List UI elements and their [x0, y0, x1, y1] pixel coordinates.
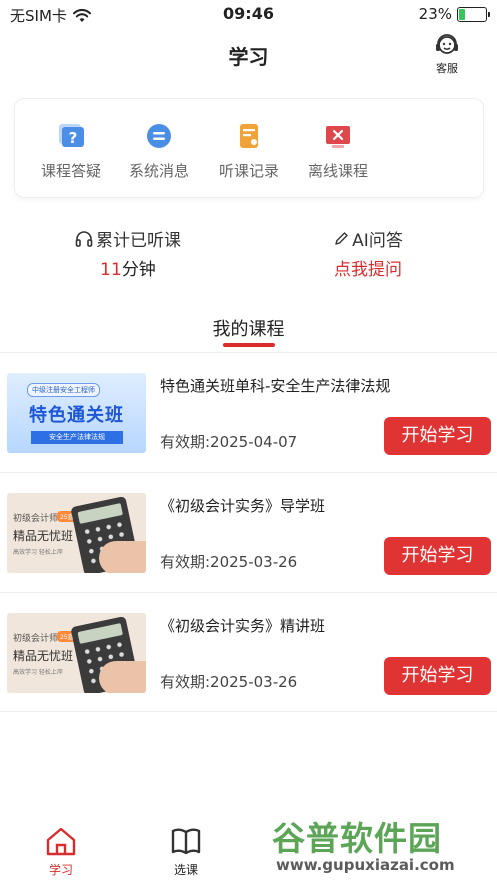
- battery-percent: 23%: [418, 5, 452, 23]
- quick-actions-card: ? 课程答疑 系统消息 听课记录 离线课程: [14, 98, 484, 198]
- thumb-line3: 高效学习 轻松上岸: [13, 669, 63, 676]
- page-title: 学习: [228, 45, 269, 69]
- my-courses-underline: [223, 343, 275, 347]
- course-expiry: 有效期:2025-03-26: [160, 553, 298, 571]
- thumb-line3: 高效学习 轻松上岸: [13, 549, 63, 556]
- course-title[interactable]: 《初级会计实务》精讲班: [160, 615, 490, 636]
- divider: [0, 711, 497, 712]
- record-icon: [234, 121, 264, 151]
- listened-unit: 分钟: [121, 260, 156, 280]
- quick-action-label: 听课记录: [218, 162, 279, 180]
- watermark-text: 谷普软件园: [272, 819, 442, 858]
- tab-select-course[interactable]: 选课: [156, 825, 216, 878]
- thumb-title: 特色通关班: [29, 405, 124, 426]
- watermark-url: www.gupuxiazai.com: [276, 856, 455, 874]
- headphones-icon: [75, 230, 93, 247]
- course-item[interactable]: 中级注册安全工程师 特色通关班 安全生产法律法规 特色通关班单科-安全生产法律法…: [0, 353, 497, 471]
- ask-question-link[interactable]: 点我提问: [268, 255, 468, 280]
- course-title[interactable]: 特色通关班单科-安全生产法律法规: [160, 375, 490, 396]
- home-icon: [46, 827, 76, 856]
- listened-label: 累计已听课: [96, 231, 181, 251]
- book-icon: [171, 828, 201, 855]
- customer-service-button[interactable]: 客服: [427, 34, 467, 76]
- my-courses-title: 我的课程: [212, 319, 285, 340]
- course-item[interactable]: 初级会计师 25直播 精品无忧班 高效学习 轻松上岸 《初级会计实务》导学班 有…: [0, 473, 497, 591]
- hand-image: [99, 661, 146, 693]
- status-bar: 无SIM卡 09:46 23%: [0, 0, 497, 30]
- battery-fill: [459, 8, 465, 20]
- tab-label: 选课: [173, 863, 198, 877]
- course-thumbnail: 初级会计师 25直播 精品无忧班 高效学习 轻松上岸: [7, 613, 146, 693]
- customer-service-label: 客服: [436, 62, 458, 75]
- course-thumbnail: 中级注册安全工程师 特色通关班 安全生产法律法规: [7, 373, 146, 453]
- thumb-line1: 初级会计师: [13, 514, 59, 524]
- course-thumbnail: 初级会计师 25直播 精品无忧班 高效学习 轻松上岸: [7, 493, 146, 573]
- course-title[interactable]: 《初级会计实务》导学班: [160, 495, 490, 516]
- offline-icon: [323, 121, 353, 151]
- svg-text:?: ?: [69, 129, 78, 147]
- question-icon: ?: [56, 121, 86, 151]
- battery-icon: [457, 6, 490, 22]
- thumb-line2: 精品无忧班: [13, 649, 74, 663]
- start-learning-button[interactable]: 开始学习: [384, 537, 491, 575]
- start-learning-button[interactable]: 开始学习: [384, 417, 491, 455]
- watermark: 谷普软件园 www.gupuxiazai.com: [272, 810, 494, 880]
- quick-action-offline-courses[interactable]: 离线课程: [298, 121, 378, 181]
- headset-icon: [436, 34, 458, 54]
- status-right: 23%: [418, 5, 490, 23]
- listened-value: 11: [100, 260, 122, 280]
- message-icon: [144, 121, 174, 151]
- tab-study[interactable]: 学习: [31, 825, 91, 878]
- quick-action-label: 课程答疑: [40, 162, 101, 180]
- quick-action-course-qa[interactable]: ? 课程答疑: [31, 121, 111, 181]
- pencil-icon: [335, 231, 348, 245]
- course-item[interactable]: 初级会计师 25直播 精品无忧班 高效学习 轻松上岸 《初级会计实务》精讲班 有…: [0, 593, 497, 711]
- course-expiry: 有效期:2025-04-07: [160, 433, 298, 451]
- quick-action-label: 系统消息: [128, 162, 189, 180]
- thumb-line1: 初级会计师: [13, 634, 59, 644]
- quick-action-label: 离线课程: [307, 162, 368, 180]
- course-expiry: 有效期:2025-03-26: [160, 673, 298, 691]
- listening-stats: 累计已听课 11分钟: [28, 226, 228, 280]
- thumb-badge: 中级注册安全工程师: [27, 383, 100, 397]
- ai-qa-entry[interactable]: AI问答 点我提问: [268, 226, 468, 280]
- thumb-subtitle: 安全生产法律法规: [31, 431, 123, 444]
- quick-action-system-messages[interactable]: 系统消息: [119, 121, 199, 181]
- hand-image: [99, 541, 146, 573]
- start-learning-button[interactable]: 开始学习: [384, 657, 491, 695]
- thumb-line2: 精品无忧班: [13, 529, 74, 543]
- ai-qa-label: AI问答: [352, 231, 403, 251]
- tab-label: 学习: [48, 863, 73, 877]
- quick-action-listening-record[interactable]: 听课记录: [209, 121, 289, 181]
